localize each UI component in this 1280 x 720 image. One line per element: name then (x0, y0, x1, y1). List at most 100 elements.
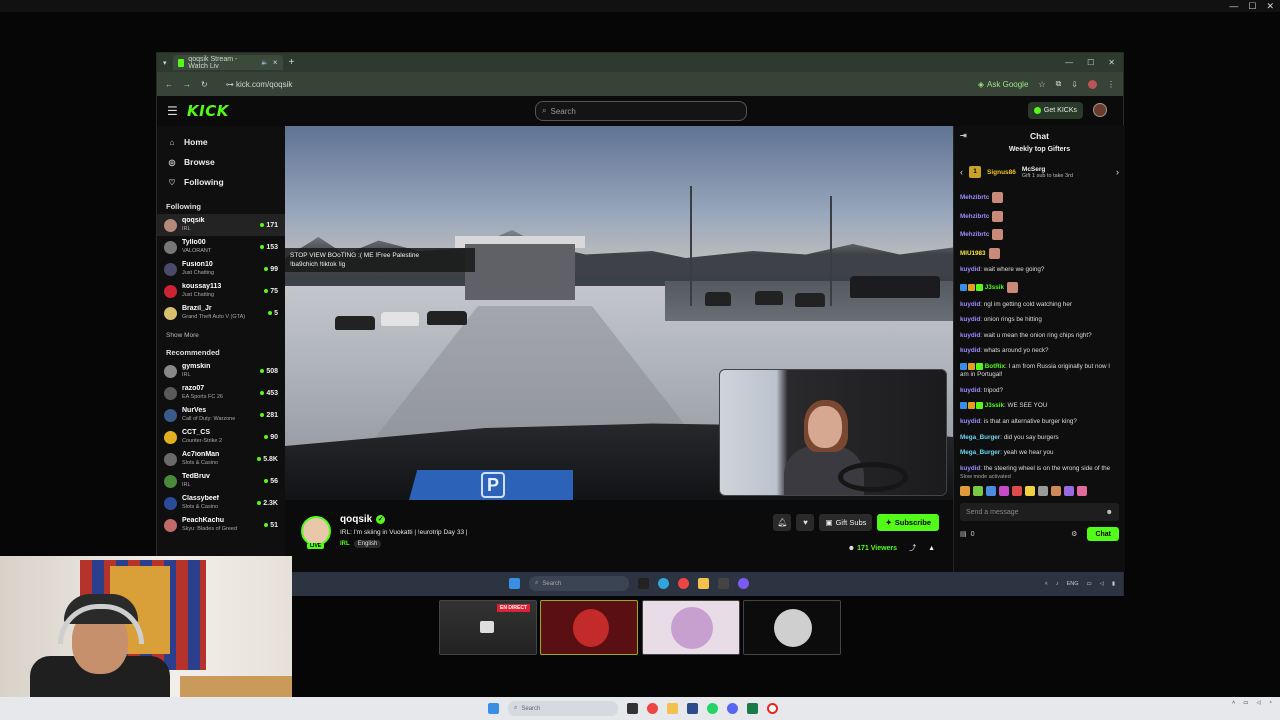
emote[interactable] (999, 486, 1009, 496)
channel-item[interactable]: Brazil_Jr Grand Theft Auto V (GTA) 5 (157, 302, 285, 324)
subscribe-button[interactable]: ✦ Subscribe (877, 514, 939, 531)
nav-following[interactable]: ♡ Following (157, 172, 285, 192)
tab-list-chevron-icon[interactable]: ▾ (163, 59, 167, 67)
channel-item[interactable]: Classybeef Slots & Casino 2.3K (157, 492, 285, 514)
gifter-2-name[interactable]: McSerg (1022, 166, 1073, 173)
reload-icon[interactable]: ↻ (201, 80, 208, 89)
downloads-icon[interactable]: ⇩ (1071, 80, 1078, 89)
clock-icon[interactable]: ◔ (1269, 700, 1272, 706)
search-input[interactable]: ⌕ Search (535, 101, 747, 121)
back-icon[interactable]: ← (165, 80, 173, 89)
share-icon[interactable]: ⤴ (909, 543, 916, 553)
nav-home[interactable]: ⌂ Home (157, 132, 285, 152)
emote[interactable] (973, 486, 983, 496)
kicks-wallet-icon[interactable]: ▤ (960, 530, 967, 538)
file-explorer-icon[interactable] (698, 578, 709, 589)
window-thumbnail[interactable]: EN DIRECT (439, 600, 537, 655)
gift-subs-button[interactable]: ▣ Gift Subs (819, 514, 873, 531)
chat-username[interactable]: kuydid (960, 301, 980, 308)
browser-close-icon[interactable]: ✕ (1108, 58, 1115, 67)
channel-item[interactable]: TedBruv IRL 56 (157, 470, 285, 492)
channel-item[interactable]: Tyllo00 VALORANT 153 (157, 236, 285, 258)
avatar[interactable] (1093, 103, 1107, 117)
gifters-prev-icon[interactable]: ‹ (960, 167, 963, 177)
task-view-icon[interactable] (638, 578, 649, 589)
emoji-icon[interactable]: ☻ (1106, 509, 1113, 516)
get-kicks-button[interactable]: Get KICKs (1027, 102, 1083, 119)
channel-item[interactable]: qoqsik IRL 171 (157, 214, 285, 236)
streamer-name[interactable]: qoqsik ✓ (340, 514, 386, 525)
nav-browse[interactable]: ◎ Browse (157, 152, 285, 172)
emote[interactable] (986, 486, 996, 496)
chat-username[interactable]: kuydid (960, 332, 980, 339)
mic-icon[interactable]: ♪ (1056, 581, 1059, 587)
browser-maximize-icon[interactable]: ☐ (1087, 58, 1094, 67)
maximize-icon[interactable]: ☐ (1248, 1, 1256, 12)
task-view-icon[interactable] (627, 703, 638, 714)
gifters-next-icon[interactable]: › (1116, 167, 1119, 177)
emote[interactable] (960, 486, 970, 496)
chat-username[interactable]: Mehzibrtc (960, 213, 989, 220)
window-thumbnail[interactable] (743, 600, 841, 655)
close-icon[interactable]: ✕ (1266, 1, 1274, 12)
app-icon[interactable] (687, 703, 698, 714)
file-explorer-icon[interactable] (667, 703, 678, 714)
collapse-chat-icon[interactable]: ⇥ (960, 131, 967, 140)
emote[interactable] (1051, 486, 1061, 496)
inner-taskbar-search[interactable]: ⌕ Search (529, 576, 629, 591)
chat-username[interactable]: kuydid (960, 418, 980, 425)
extensions-icon[interactable]: ⧉ (1056, 79, 1062, 89)
whatsapp-icon[interactable] (707, 703, 718, 714)
emote[interactable] (1012, 486, 1022, 496)
channel-item[interactable]: CCT_CS Counter-Strike 2 90 (157, 426, 285, 448)
video-player[interactable]: P STOP VIEW BOoTING :( ME !Free Palestin… (285, 126, 953, 500)
opera-icon[interactable] (767, 703, 778, 714)
chrome-icon[interactable] (647, 703, 658, 714)
window-thumbnail[interactable] (540, 600, 638, 655)
channel-item[interactable]: Ac7ionMan Slots & Casino 5.8K (157, 448, 285, 470)
gifter-1-name[interactable]: Signus86 (987, 169, 1016, 176)
chat-username[interactable]: kuydid (960, 347, 980, 354)
browser-menu-icon[interactable]: ⋮ (1107, 80, 1115, 89)
chat-username[interactable]: J3ssik (985, 284, 1004, 291)
volume-icon[interactable]: ◁ (1100, 581, 1104, 587)
emote[interactable] (1077, 486, 1087, 496)
os-search-input[interactable]: ⌕ Search (508, 701, 618, 716)
chat-username[interactable]: kuydid (960, 316, 980, 323)
chat-message-input[interactable]: Send a message ☻ (960, 503, 1119, 521)
browser-minimize-icon[interactable]: — (1065, 58, 1073, 67)
emote[interactable] (1038, 486, 1048, 496)
chat-username[interactable]: J3ssik (985, 402, 1004, 409)
tray-chevron-icon[interactable]: ˄ (1045, 581, 1048, 587)
report-icon[interactable]: ▲ (928, 545, 935, 552)
inner-lang[interactable]: ENG (1067, 581, 1079, 587)
edge-icon[interactable] (658, 578, 669, 589)
category-link[interactable]: IRL (340, 541, 350, 547)
kick-logo[interactable]: KICK (187, 102, 229, 120)
forward-icon[interactable]: → (183, 80, 191, 89)
window-thumbnail[interactable] (642, 600, 740, 655)
new-tab-button[interactable]: + (289, 57, 295, 68)
network-icon[interactable]: ▭ (1243, 700, 1248, 706)
chat-username[interactable]: Mehzibrtc (960, 231, 989, 238)
chat-username[interactable]: kuydid (960, 387, 980, 394)
discord-icon[interactable] (727, 703, 738, 714)
minimize-icon[interactable]: — (1229, 1, 1238, 12)
notifications-button[interactable]: 🔔︎ (773, 514, 792, 531)
tray-chevron-icon[interactable]: ˄ (1232, 700, 1235, 706)
channel-item[interactable]: gymskin IRL 508 (157, 360, 285, 382)
channel-item[interactable]: Fusion10 Just Chatting 99 (157, 258, 285, 280)
channel-item[interactable]: PeachKachu Skyu: Blades of Greed 51 (157, 514, 285, 536)
show-more-button[interactable]: Show More (157, 328, 285, 342)
speaker-icon[interactable]: 🔈 (261, 59, 268, 66)
site-info-icon[interactable]: ⊶ (226, 80, 234, 89)
browser-profile-icon[interactable] (1088, 79, 1097, 89)
tab-close-icon[interactable]: × (273, 58, 278, 67)
language-tag[interactable]: English (353, 540, 382, 548)
chat-username[interactable]: Mega_Burger (960, 434, 1000, 441)
windows-start-icon[interactable] (488, 703, 499, 714)
gear-icon[interactable]: ⚙ (1071, 530, 1077, 538)
windows-start-icon[interactable] (509, 578, 520, 589)
emote[interactable] (1064, 486, 1074, 496)
channel-item[interactable]: koussay113 Just Chatting 75 (157, 280, 285, 302)
